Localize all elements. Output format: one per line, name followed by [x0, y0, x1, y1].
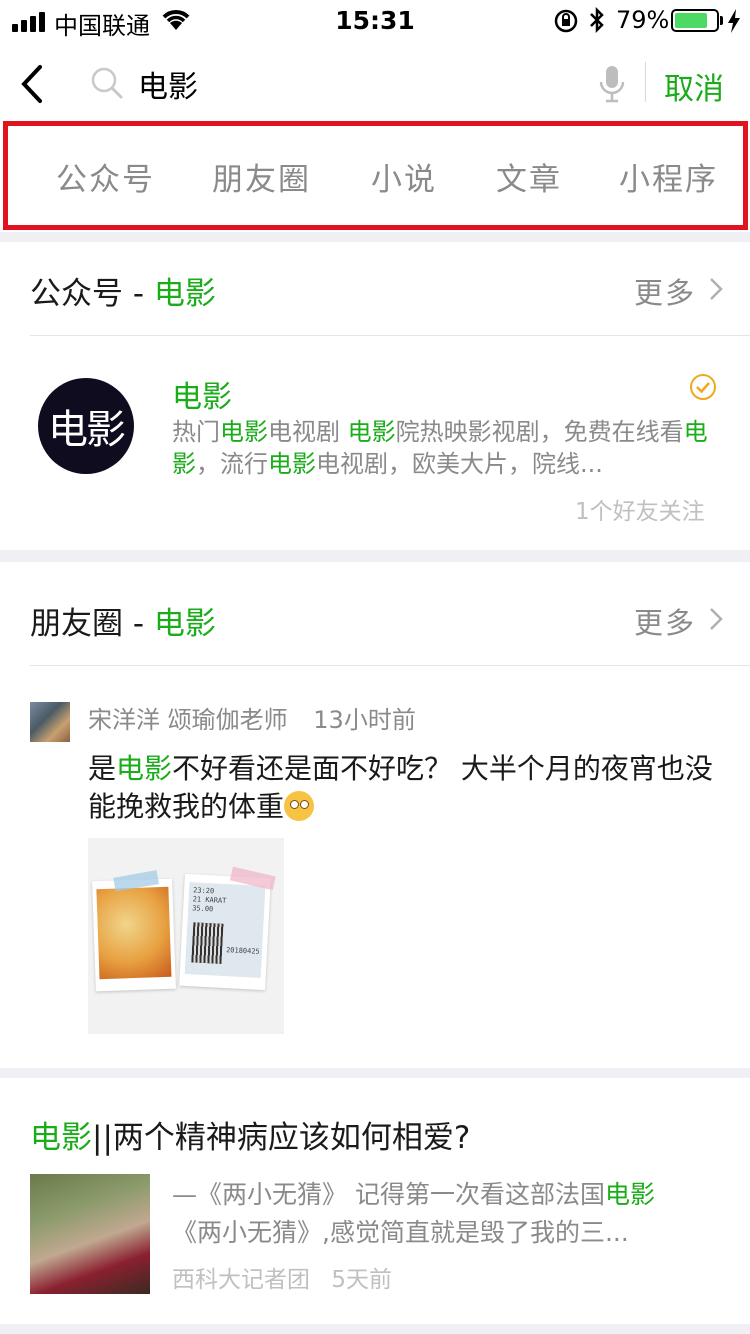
tab-articles[interactable]: 文章: [496, 154, 562, 199]
battery-percent: 79%: [616, 6, 670, 34]
article-thumbnail[interactable]: [30, 1174, 150, 1294]
noodle-photo: [92, 870, 176, 992]
official-accounts-more-link[interactable]: 更多: [634, 270, 696, 312]
battery-icon: [671, 9, 719, 32]
battery-tip: [720, 16, 723, 25]
moments-title: 朋友圈 - 电影: [30, 606, 216, 642]
account-logo[interactable]: 电影: [38, 378, 134, 474]
search-input[interactable]: 电影: [138, 62, 198, 106]
moment-photo[interactable]: 23:20 21 KARAT 35.00 20180425: [88, 838, 284, 1034]
verified-icon: [690, 374, 716, 400]
avatar[interactable]: [30, 702, 70, 742]
moment-time: 13小时前: [313, 706, 416, 734]
cancel-button[interactable]: 取消: [664, 64, 724, 108]
search-bar: 电影 取消: [0, 44, 750, 120]
search-icon: [91, 67, 123, 99]
moments-more-link[interactable]: 更多: [634, 600, 696, 642]
official-accounts-title: 公众号 - 电影: [30, 276, 216, 312]
tab-official-accounts[interactable]: 公众号: [56, 154, 155, 199]
ticket-image: 23:20 21 KARAT 35.00 20180425: [184, 882, 266, 978]
ticket-photo: 23:20 21 KARAT 35.00 20180425: [179, 866, 276, 991]
chevron-right-icon: [710, 278, 723, 300]
tab-mini-programs[interactable]: 小程序: [619, 154, 718, 199]
bluetooth-icon: [590, 6, 604, 34]
article-title[interactable]: 电影||两个精神病应该如何相爱?: [30, 1112, 470, 1157]
microphone-icon[interactable]: [598, 64, 626, 104]
barcode: [191, 922, 224, 964]
charging-icon: [728, 9, 740, 33]
rotation-lock-icon: [554, 9, 578, 33]
tab-moments[interactable]: 朋友圈: [212, 154, 311, 199]
friend-follow-count: 1个好友关注: [575, 499, 705, 525]
moment-author[interactable]: 宋洋洋 颂瑜伽老师: [88, 706, 288, 734]
account-description: 热门电影电视剧 电影院热映影视剧，免费在线看电影，流行电影电视剧，欧美大片，院线…: [172, 418, 708, 478]
article-description: —《两小无猜》 记得第一次看这部法国电影 《两小无猜》,感觉简直就是毁了我的三..…: [172, 1180, 655, 1247]
article-time: 5天前: [331, 1267, 392, 1293]
article-source: 西科大记者团: [172, 1267, 310, 1293]
chevron-right-icon: [710, 608, 723, 630]
section-divider: [30, 335, 750, 336]
section-divider: [30, 665, 750, 666]
tab-novels[interactable]: 小说: [371, 154, 437, 199]
noodle-image: [96, 886, 172, 980]
moment-text[interactable]: 是电影不好看还是面不好吃？ 大半个月的夜宵也没能挽救我的体重: [88, 750, 728, 826]
article-meta: 西科大记者团 5天前: [172, 1260, 392, 1294]
search-separator: [645, 62, 646, 102]
account-name[interactable]: 电影: [172, 372, 232, 416]
back-arrow-icon[interactable]: [18, 64, 48, 104]
moment-meta: 宋洋洋 颂瑜伽老师 13小时前: [88, 700, 416, 735]
astonished-emoji-icon: [284, 791, 315, 821]
status-bar: 中国联通 15:31 79%: [0, 0, 750, 44]
